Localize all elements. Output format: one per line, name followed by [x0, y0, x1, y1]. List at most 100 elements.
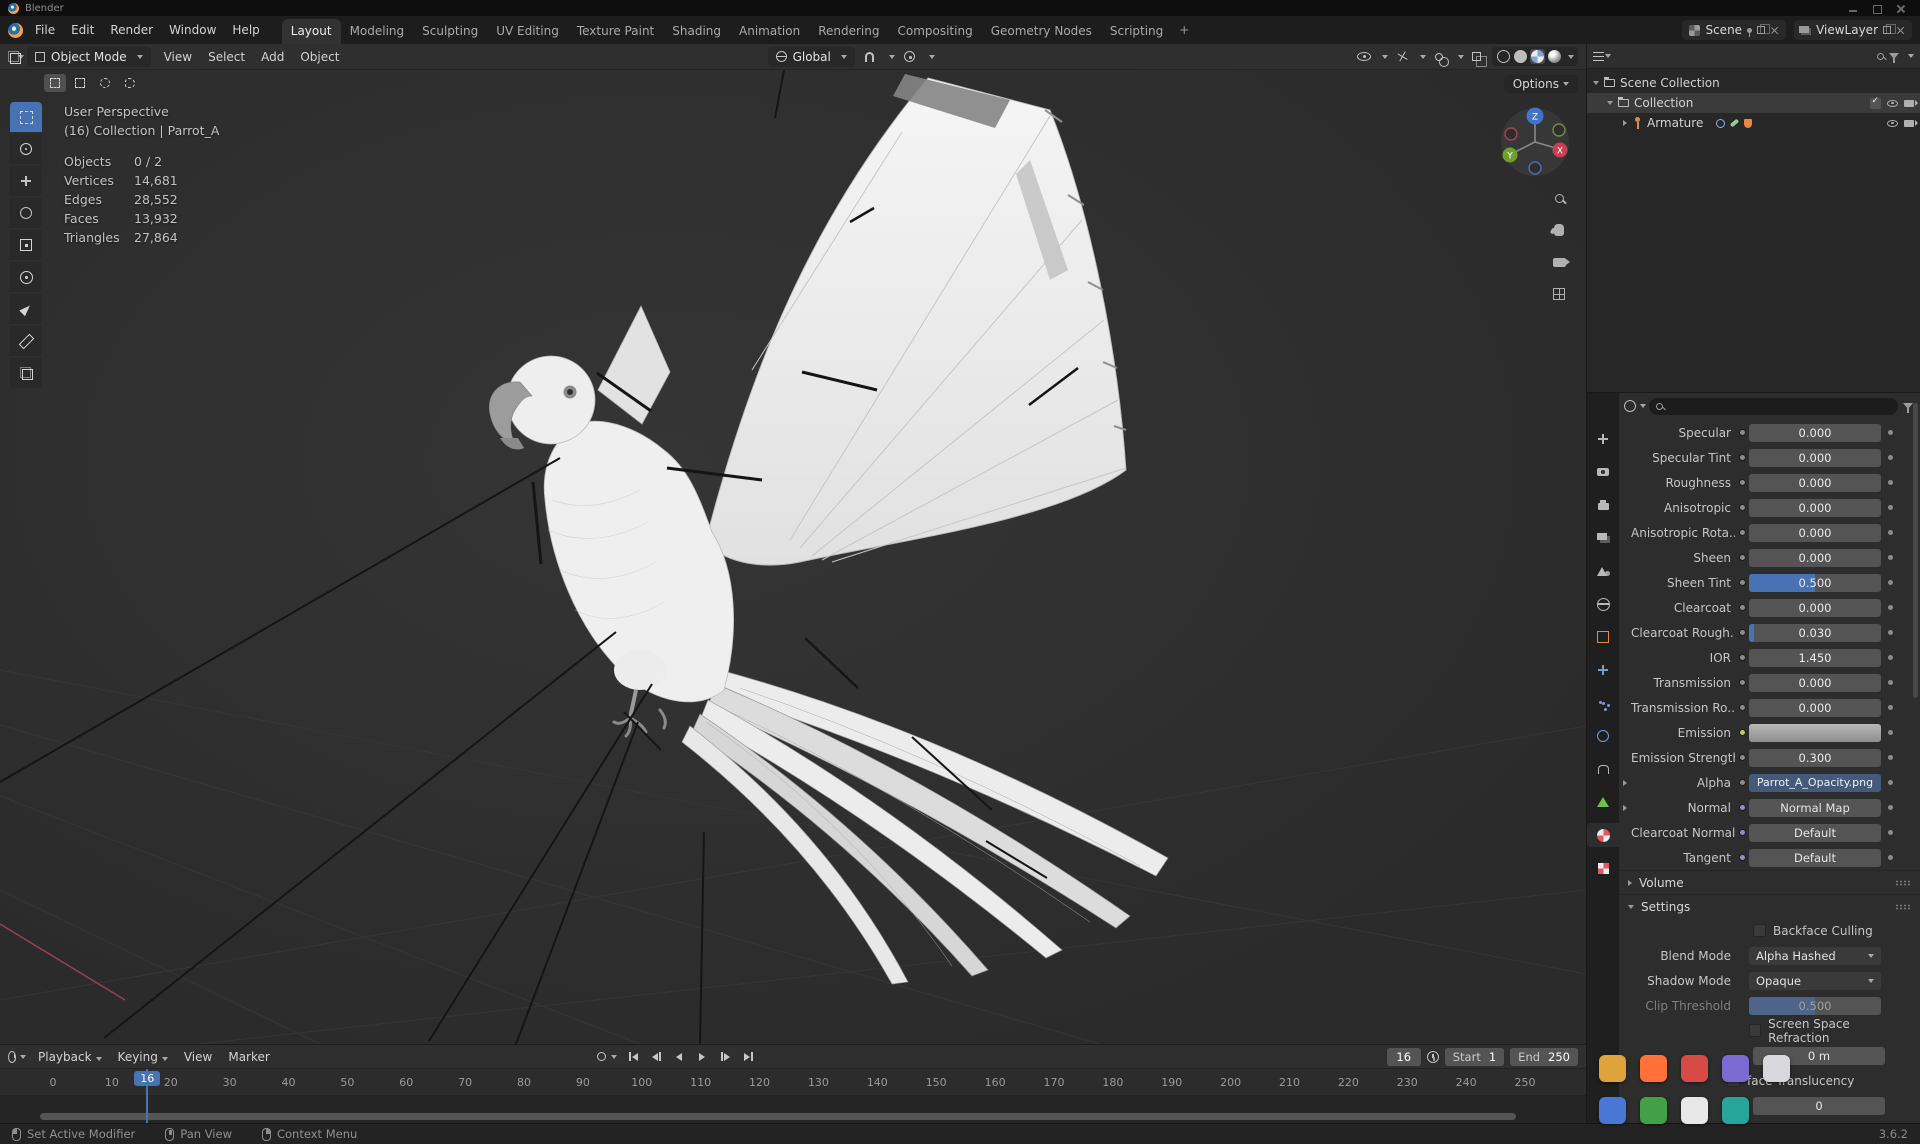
camera-view-button[interactable] — [1549, 252, 1570, 272]
prev-keyframe-button[interactable] — [646, 1048, 666, 1066]
axis-neg-z-ball[interactable] — [1528, 161, 1542, 175]
jump-to-end-button[interactable] — [738, 1048, 758, 1066]
socket-transmission-icon[interactable] — [1735, 679, 1749, 686]
decorator-ior-icon[interactable] — [1888, 655, 1893, 660]
texture-tab[interactable] — [1587, 856, 1619, 880]
zoom-button[interactable] — [1549, 188, 1569, 208]
menu-window[interactable]: Window — [161, 20, 224, 40]
field-anisotropic[interactable]: 0.000 — [1749, 498, 1881, 517]
decorator-clearcoat-rough-icon[interactable] — [1888, 630, 1893, 635]
transform-orientation-dropdown[interactable]: Global — [767, 46, 855, 67]
object-visibility-toggle[interactable] — [1355, 48, 1373, 66]
decorator-emission-strength-icon[interactable] — [1888, 755, 1893, 760]
show-gizmo-toggle[interactable] — [1393, 48, 1411, 66]
material-tab[interactable] — [1587, 823, 1619, 847]
decorator-specular-tint-icon[interactable] — [1888, 455, 1893, 460]
unlink-scene-icon[interactable] — [1770, 26, 1779, 35]
section-grip-icon[interactable] — [1895, 879, 1911, 886]
workspace-tab-modeling[interactable]: Modeling — [341, 19, 414, 44]
menu-render[interactable]: Render — [102, 20, 161, 40]
field-transmission-ro[interactable]: 0.000 — [1749, 698, 1881, 717]
object-tab[interactable] — [1587, 625, 1619, 649]
socket-tangent-icon[interactable] — [1735, 854, 1749, 861]
field-specular[interactable]: 0.000 — [1749, 423, 1881, 442]
app-icon-green[interactable] — [1640, 1097, 1667, 1124]
workspace-tab-texture-paint[interactable]: Texture Paint — [568, 19, 663, 44]
socket-sheen-icon[interactable] — [1735, 554, 1749, 561]
new-viewlayer-icon[interactable] — [1883, 24, 1896, 34]
disable-in-renders-icon[interactable] — [1904, 119, 1918, 127]
field-transmission[interactable]: 0.000 — [1749, 673, 1881, 692]
remove-viewlayer-icon[interactable] — [1896, 26, 1905, 35]
properties-scrollbar[interactable] — [1913, 403, 1918, 698]
options-dropdown[interactable]: Options — [1503, 75, 1578, 93]
field-emission[interactable] — [1749, 723, 1881, 742]
field-normal[interactable]: Normal Map — [1749, 798, 1881, 817]
hide-in-viewport-icon[interactable] — [1887, 99, 1898, 107]
proportional-editing-toggle[interactable] — [901, 48, 919, 66]
app-icon-blue[interactable] — [1599, 1097, 1626, 1124]
shadow-mode-dropdown[interactable]: Opaque — [1749, 971, 1881, 990]
outliner-item-scene-collection[interactable]: Scene Collection — [1587, 73, 1920, 93]
select-mode-tweak[interactable] — [44, 74, 66, 92]
outliner-filter-icon[interactable] — [1889, 53, 1899, 63]
minimize-icon[interactable] — [1848, 4, 1858, 13]
scale-tool[interactable] — [10, 230, 42, 260]
socket-specular-icon[interactable] — [1735, 429, 1749, 436]
socket-emission-strength-icon[interactable] — [1735, 754, 1749, 761]
socket-anisotropic-rota-icon[interactable] — [1735, 529, 1749, 536]
timeline-track-area[interactable] — [0, 1096, 1586, 1123]
select-mode-lasso[interactable] — [119, 74, 141, 92]
overlays-dropdown-icon[interactable] — [1458, 54, 1464, 59]
tool-tab[interactable] — [1587, 427, 1619, 451]
render-tab[interactable] — [1587, 460, 1619, 484]
decorator-alpha-icon[interactable] — [1888, 780, 1893, 785]
socket-alpha-icon[interactable] — [1735, 779, 1749, 786]
field-ior[interactable]: 1.450 — [1749, 648, 1881, 667]
clip-threshold-slider[interactable]: 0.500 — [1749, 996, 1881, 1015]
field-clearcoat-rough[interactable]: 0.030 — [1749, 623, 1881, 642]
workspace-tab-scripting[interactable]: Scripting — [1101, 19, 1172, 44]
viewport-menu-view[interactable]: View — [156, 47, 200, 67]
socket-ior-icon[interactable] — [1735, 654, 1749, 661]
decorator-tangent-icon[interactable] — [1888, 855, 1893, 860]
editor-type-outliner-icon[interactable] — [1593, 47, 1611, 65]
close-icon[interactable] — [1896, 4, 1906, 13]
menu-file[interactable]: File — [27, 20, 63, 40]
annotate-tool[interactable] — [10, 294, 42, 324]
socket-specular-tint-icon[interactable] — [1735, 454, 1749, 461]
blender-menu-icon[interactable] — [8, 22, 23, 38]
decorator-transmission-ro-icon[interactable] — [1888, 705, 1893, 710]
playhead-frame-badge[interactable]: 16 — [134, 1071, 161, 1086]
field-clearcoat-normal[interactable]: Default — [1749, 823, 1881, 842]
particles-tab[interactable] — [1587, 691, 1619, 715]
cursor-tool[interactable] — [10, 134, 42, 164]
field-anisotropic-rota[interactable]: 0.000 — [1749, 523, 1881, 542]
play-reverse-button[interactable] — [669, 1048, 689, 1066]
workspace-tab-layout[interactable]: Layout — [281, 19, 341, 44]
socket-transmission-ro-icon[interactable] — [1735, 704, 1749, 711]
pass-index-field[interactable]: 0 — [1753, 1096, 1885, 1115]
next-keyframe-button[interactable] — [715, 1048, 735, 1066]
gizmo-dropdown-icon[interactable] — [1420, 54, 1426, 59]
shading-rendered-button[interactable] — [1547, 49, 1562, 64]
play-button[interactable] — [692, 1048, 712, 1066]
scene-selector[interactable]: Scene — [1682, 20, 1787, 40]
disclosure-icon[interactable] — [1607, 101, 1613, 105]
outliner-item-armature[interactable]: Armature — [1587, 113, 1920, 133]
viewport-3d[interactable]: User Perspective (16) Collection | Parro… — [0, 70, 1586, 1044]
decorator-clearcoat-normal-icon[interactable] — [1888, 830, 1893, 835]
select-mode-circle[interactable] — [94, 74, 116, 92]
start-frame-field[interactable]: Start 1 — [1444, 1047, 1505, 1066]
new-scene-icon[interactable] — [1757, 24, 1771, 34]
decorator-specular-icon[interactable] — [1888, 430, 1893, 435]
pin-icon[interactable] — [1747, 27, 1753, 37]
decorator-emission-icon[interactable] — [1888, 730, 1893, 735]
workspace-tab-rendering[interactable]: Rendering — [809, 19, 888, 44]
add-cube-tool[interactable] — [10, 358, 42, 388]
timeline-ruler[interactable]: 0 10 20 30 40 50 60 70 80 90 100 110 120 130 140 150 160… — [0, 1069, 1586, 1096]
timeline-menu-view[interactable]: View — [176, 1047, 220, 1067]
shading-dropdown-icon[interactable] — [1568, 54, 1574, 59]
properties-search-input[interactable] — [1649, 397, 1898, 415]
object-data-tab[interactable] — [1587, 790, 1619, 814]
